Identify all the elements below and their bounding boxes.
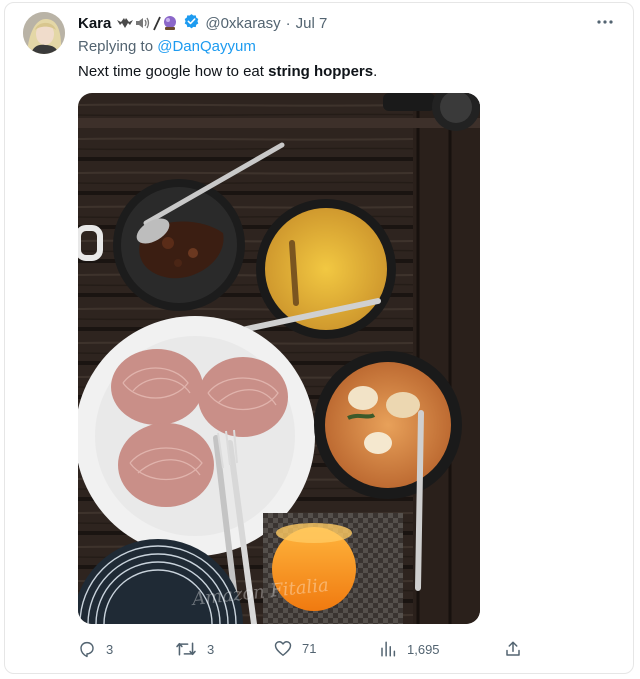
slash-icon (153, 16, 162, 30)
like-count: 71 (302, 641, 317, 656)
separator-dot: · (285, 14, 291, 32)
repost-button[interactable]: 3 (175, 640, 214, 658)
author-name[interactable]: Kara (78, 15, 111, 32)
tweet-text-end: . (373, 63, 378, 80)
bat-icon (117, 18, 134, 28)
replying-mention[interactable]: @DanQayyum (157, 38, 256, 55)
crystal-ball-icon (164, 16, 177, 30)
speaker-icon (136, 17, 150, 29)
views-button[interactable]: 1,695 (379, 640, 440, 658)
verified-badge-icon (183, 13, 200, 34)
views-count: 1,695 (407, 641, 440, 657)
repost-count: 3 (207, 641, 215, 657)
like-button[interactable]: 71 (274, 640, 316, 657)
views-chart-icon (381, 641, 396, 657)
tweet-text-bold: string hoppers (268, 63, 374, 80)
replying-to: Replying to @DanQayyum (78, 38, 256, 55)
tweet-actions: 3 3 71 1,695 (78, 640, 528, 664)
replying-label: Replying to (78, 38, 154, 55)
reply-icon (80, 641, 94, 658)
tweet-header: Kara @0xkarasy · Jul 7 (78, 13, 327, 33)
tweet-text: Next time google how to eat string hoppe… (78, 63, 377, 80)
tweet-text-part: Next time google how to eat (78, 63, 269, 80)
share-button[interactable] (504, 640, 522, 658)
avatar[interactable] (23, 12, 65, 54)
reply-count: 3 (106, 641, 114, 657)
share-icon (506, 641, 520, 656)
repost-icon (176, 642, 196, 656)
author-handle[interactable]: @0xkarasy (205, 15, 280, 32)
more-icon[interactable] (596, 12, 614, 30)
heart-icon (274, 641, 292, 656)
tweet-photo[interactable]: Amazon Fitalia (78, 93, 480, 624)
name-emoji (116, 15, 178, 31)
tweet-date[interactable]: Jul 7 (296, 15, 328, 32)
reply-button[interactable]: 3 (78, 640, 113, 658)
